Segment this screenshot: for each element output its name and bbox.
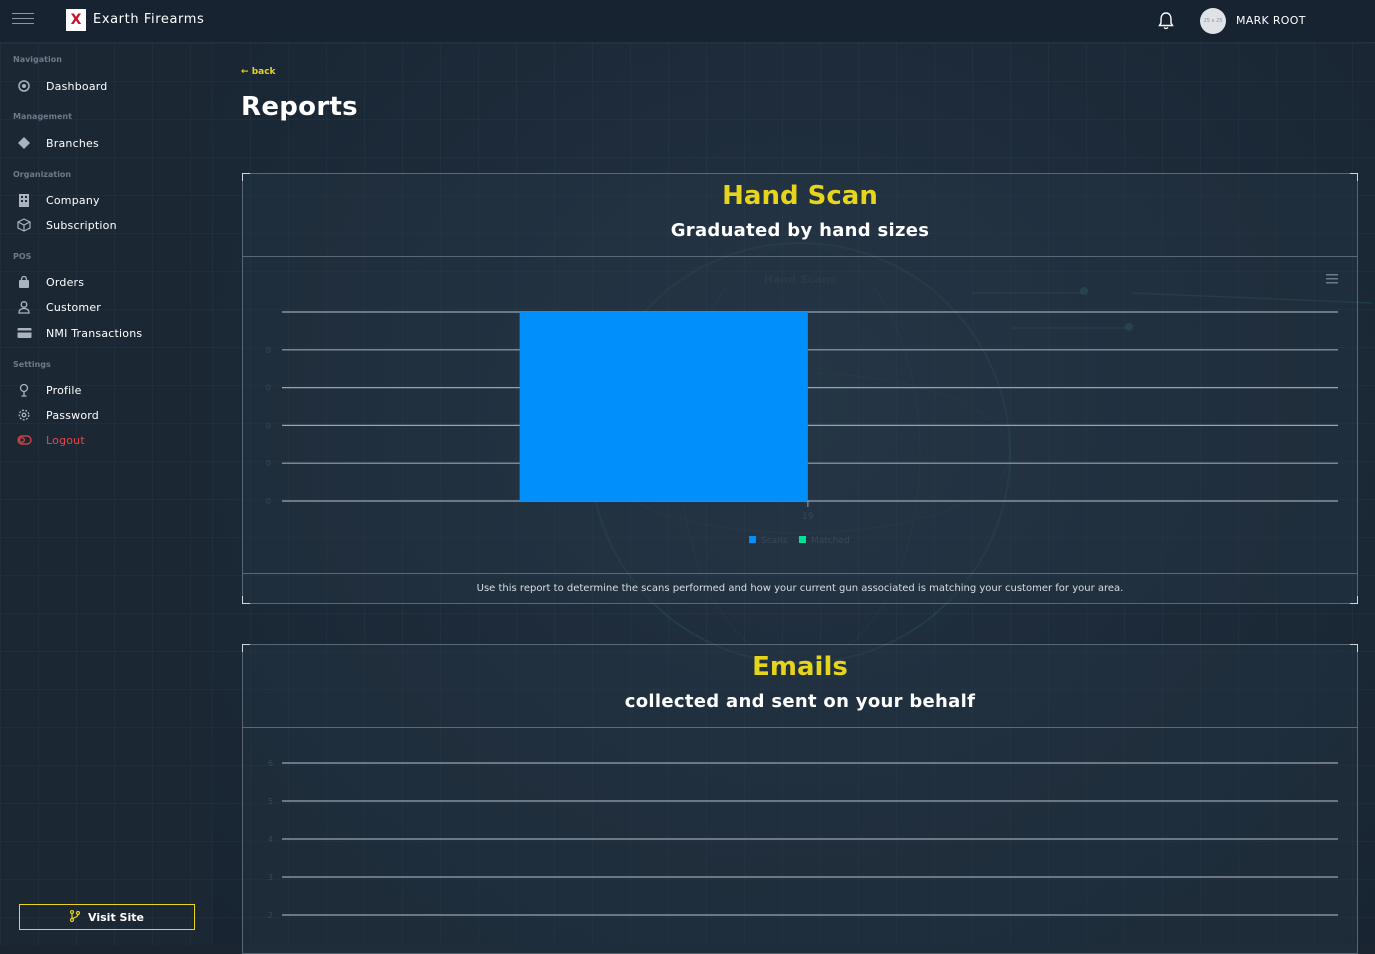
gear-icon bbox=[16, 407, 32, 423]
bell-icon[interactable] bbox=[1157, 11, 1175, 31]
sidebar-item-label: Logout bbox=[46, 433, 85, 447]
sidebar-item-nmi-transactions[interactable]: NMI Transactions bbox=[16, 324, 142, 342]
y-tick-label: 0 bbox=[266, 346, 271, 355]
y-tick-label: 5 bbox=[268, 797, 273, 806]
hand-scan-subtitle: Graduated by hand sizes bbox=[670, 220, 930, 241]
hamburger-menu-icon[interactable] bbox=[1326, 274, 1338, 284]
sidebar-item-password[interactable]: Password bbox=[16, 406, 99, 424]
hand-scan-title: Hand Scan bbox=[722, 181, 878, 211]
y-tick-label: 0 bbox=[266, 384, 271, 393]
arrow-left-icon: ← bbox=[241, 67, 249, 77]
sidebar-item-logout[interactable]: Logout bbox=[16, 431, 85, 449]
sidebar-item-label: Profile bbox=[46, 383, 82, 397]
emails-card: Emails collected and sent on your behalf… bbox=[242, 644, 1358, 954]
toggle-icon bbox=[16, 432, 32, 448]
y-tick-label: 0 bbox=[266, 497, 271, 506]
corner-mark bbox=[242, 644, 250, 652]
y-tick-label: 2 bbox=[268, 911, 273, 920]
avatar[interactable]: 25 x 25 bbox=[1200, 8, 1226, 34]
corner-mark bbox=[1350, 644, 1358, 652]
sidebar-item-label: Branches bbox=[46, 136, 99, 150]
box-icon bbox=[16, 217, 32, 233]
legend-swatch-scans bbox=[749, 536, 756, 543]
emails-header: Emails collected and sent on your behalf bbox=[243, 645, 1357, 728]
legend-swatch-matched bbox=[799, 536, 806, 543]
hand-scan-chart: Hand Scans 0 0 0 0 0 19 Scans Matched bbox=[243, 256, 1357, 578]
sidebar-item-label: NMI Transactions bbox=[46, 326, 143, 340]
sidebar-item-orders[interactable]: Orders bbox=[16, 273, 84, 291]
page-title: Reports bbox=[241, 92, 358, 122]
building-icon bbox=[16, 192, 32, 208]
sidebar-section-settings: Settings bbox=[13, 360, 51, 369]
y-tick-label: 0 bbox=[266, 421, 271, 430]
brand-name[interactable]: Exarth Firearms bbox=[93, 12, 204, 27]
git-branch-icon bbox=[69, 909, 81, 925]
corner-mark bbox=[242, 173, 250, 181]
emails-title: Emails bbox=[752, 652, 848, 682]
bag-icon bbox=[16, 274, 32, 290]
sidebar-item-label: Customer bbox=[46, 300, 102, 314]
visit-site-button[interactable]: Visit Site bbox=[19, 904, 195, 930]
profile-icon bbox=[16, 382, 32, 398]
sidebar-item-label: Dashboard bbox=[46, 79, 108, 93]
visit-site-label: Visit Site bbox=[88, 910, 144, 924]
emails-chart: 6 5 4 3 2 bbox=[243, 727, 1357, 951]
back-link[interactable]: ← back bbox=[241, 67, 276, 77]
sidebar-item-dashboard[interactable]: Dashboard bbox=[16, 77, 107, 95]
card-icon bbox=[16, 325, 32, 341]
hand-scan-card: Hand Scan Graduated by hand sizes Hand S… bbox=[242, 173, 1358, 604]
hand-scan-header: Hand Scan Graduated by hand sizes bbox=[243, 174, 1357, 257]
hand-scan-chart-svg: Hand Scans 0 0 0 0 0 19 Scans Matched bbox=[266, 273, 1338, 546]
legend-label-scans: Scans bbox=[761, 536, 788, 546]
user-name[interactable]: MARK ROOT bbox=[1236, 14, 1306, 27]
sidebar-item-branches[interactable]: Branches bbox=[16, 134, 99, 152]
corner-mark bbox=[1350, 173, 1358, 181]
sidebar-item-label: Password bbox=[46, 408, 99, 422]
x-tick-label: 19 bbox=[802, 512, 814, 522]
user-icon bbox=[16, 299, 32, 315]
sidebar-section-navigation: Navigation bbox=[13, 55, 62, 64]
top-bar: X Exarth Firearms 25 x 25 MARK ROOT bbox=[0, 0, 1375, 43]
sidebar-section-pos: POS bbox=[13, 252, 32, 261]
hand-scan-footer-note: Use this report to determine the scans p… bbox=[243, 573, 1357, 603]
bar-scans bbox=[519, 312, 808, 501]
emails-chart-svg: 6 5 4 3 2 bbox=[268, 759, 1338, 920]
brand-logo[interactable]: X bbox=[66, 9, 86, 31]
back-link-label: back bbox=[251, 67, 276, 77]
menu-toggle-icon[interactable] bbox=[12, 13, 34, 29]
sidebar-item-label: Orders bbox=[46, 275, 85, 289]
y-tick-label: 3 bbox=[268, 873, 273, 882]
chart-title: Hand Scans bbox=[764, 273, 837, 286]
legend-label-matched: Matched bbox=[811, 536, 850, 546]
y-tick-label: 0 bbox=[266, 459, 271, 468]
dashboard-icon bbox=[16, 78, 32, 94]
sidebar-item-profile[interactable]: Profile bbox=[16, 381, 81, 399]
sidebar-item-subscription[interactable]: Subscription bbox=[16, 216, 117, 234]
branches-icon bbox=[16, 135, 32, 151]
sidebar-item-company[interactable]: Company bbox=[16, 191, 100, 209]
sidebar-item-customer[interactable]: Customer bbox=[16, 298, 101, 316]
y-tick-label: 4 bbox=[268, 835, 273, 844]
sidebar-section-organization: Organization bbox=[13, 170, 72, 179]
emails-subtitle: collected and sent on your behalf bbox=[624, 691, 976, 712]
sidebar-item-label: Company bbox=[46, 193, 100, 207]
sidebar-item-label: Subscription bbox=[46, 218, 117, 232]
y-tick-label: 6 bbox=[268, 759, 273, 768]
sidebar-section-management: Management bbox=[13, 112, 72, 121]
